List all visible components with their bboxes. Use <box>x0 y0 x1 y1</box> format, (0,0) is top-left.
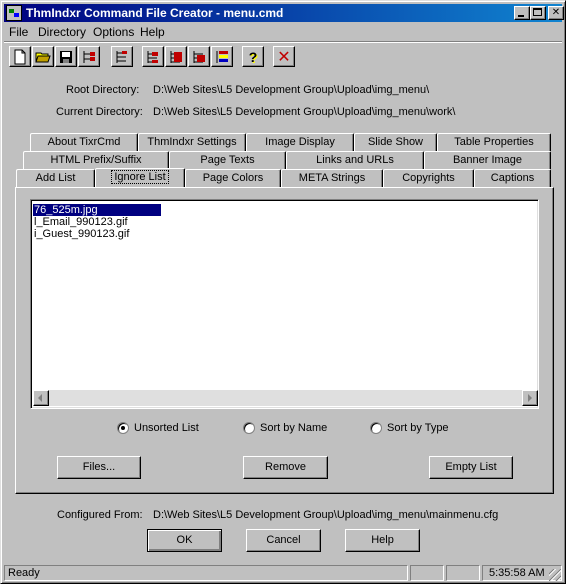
close-window-button[interactable]: ✕ <box>548 6 564 20</box>
root-directory-value: D:\Web Sites\L5 Development Group\Upload… <box>153 84 430 96</box>
list-ignore-button[interactable] <box>142 46 164 67</box>
tab-page-colors[interactable]: Page Colors <box>185 169 281 187</box>
status-pane-blank-2 <box>446 565 480 581</box>
list-add-button[interactable] <box>111 46 133 67</box>
tab-slide-show[interactable]: Slide Show <box>354 133 437 151</box>
arrow-right-icon <box>528 394 532 402</box>
empty-list-button[interactable]: Empty List <box>429 456 513 479</box>
arrow-left-icon <box>38 394 42 402</box>
title-bar[interactable]: ThmIndxr Command File Creator - menu.cmd… <box>4 4 564 22</box>
radio-sort-by-name-label: Sort by Name <box>260 422 328 434</box>
close-x-icon: ✕ <box>551 7 561 18</box>
menu-bar: File Directory Options Help <box>4 23 562 41</box>
horizontal-scrollbar[interactable] <box>33 390 538 406</box>
tab-thmindxr-settings[interactable]: ThmIndxr Settings <box>138 133 246 151</box>
list-item[interactable]: i_Guest_990123.gif <box>33 228 129 240</box>
tab-image-display[interactable]: Image Display <box>246 133 354 151</box>
list-ignore-icon <box>147 50 158 63</box>
help-button[interactable]: ? <box>242 46 264 67</box>
radio-sort-by-type[interactable]: Sort by Type <box>370 422 449 434</box>
list-red-2-button[interactable] <box>188 46 210 67</box>
root-directory-label: Root Directory: <box>66 84 140 96</box>
menu-file[interactable]: File <box>9 25 28 39</box>
status-pane-blank-1 <box>410 565 444 581</box>
ok-button[interactable]: OK <box>147 529 222 552</box>
tab-banner-image[interactable]: Banner Image <box>424 151 551 169</box>
list-item[interactable]: 76_525m.jpg <box>33 204 161 216</box>
help-icon: ? <box>248 48 258 65</box>
list-red-button[interactable] <box>165 46 187 67</box>
status-text: Ready <box>4 565 408 581</box>
list-colors-icon <box>216 50 228 63</box>
radio-sort-by-type-label: Sort by Type <box>387 422 449 434</box>
tab-html-prefix-suffix[interactable]: HTML Prefix/Suffix <box>23 151 169 169</box>
configured-from-value: D:\Web Sites\L5 Development Group\Upload… <box>153 509 499 521</box>
radio-sort-by-type-indicator[interactable] <box>370 422 382 434</box>
current-directory-value: D:\Web Sites\L5 Development Group\Upload… <box>153 106 456 118</box>
list-red-icon <box>170 50 182 63</box>
scroll-left-button[interactable] <box>33 390 49 406</box>
tab-copyrights[interactable]: Copyrights <box>383 169 474 187</box>
configured-from-label: Configured From: <box>57 509 143 521</box>
list-colors-button[interactable] <box>211 46 233 67</box>
save-button[interactable] <box>55 46 77 67</box>
save-icon <box>60 50 72 63</box>
tab-links-and-urls[interactable]: Links and URLs <box>286 151 424 169</box>
radio-sort-by-name[interactable]: Sort by Name <box>243 422 327 434</box>
menu-help[interactable]: Help <box>140 25 165 39</box>
window-title: ThmIndxr Command File Creator - menu.cmd <box>26 6 284 20</box>
radio-unsorted[interactable]: Unsorted List <box>117 422 199 434</box>
help-dialog-button[interactable]: Help <box>345 529 420 552</box>
new-file-button[interactable] <box>9 46 31 67</box>
maximize-icon <box>533 8 542 16</box>
close-icon: ✕ <box>277 48 291 66</box>
radio-unsorted-indicator[interactable] <box>117 422 129 434</box>
cancel-button[interactable]: Cancel <box>246 529 321 552</box>
tab-about-tixrcmd[interactable]: About TixrCmd <box>30 133 138 151</box>
radio-sort-by-name-indicator[interactable] <box>243 422 255 434</box>
remove-button[interactable]: Remove <box>243 456 328 479</box>
minimize-button[interactable] <box>514 6 530 20</box>
tab-page-texts[interactable]: Page Texts <box>169 151 286 169</box>
directory-tree-icon <box>83 50 95 63</box>
tab-captions[interactable]: Captions <box>474 169 551 187</box>
files-button[interactable]: Files... <box>57 456 141 479</box>
list-item[interactable]: l_Email_990123.gif <box>33 216 128 228</box>
menu-separator <box>4 41 562 43</box>
open-folder-button[interactable] <box>32 46 54 67</box>
menu-options[interactable]: Options <box>93 25 134 39</box>
tab-ignore-list[interactable]: Ignore List <box>95 168 185 187</box>
open-folder-icon <box>35 52 51 62</box>
main-window: ThmIndxr Command File Creator - menu.cmd… <box>0 0 566 584</box>
list-add-icon <box>116 50 127 63</box>
tab-ignore-list-label: Ignore List <box>111 170 169 184</box>
tab-add-list[interactable]: Add List <box>16 169 95 187</box>
new-file-icon <box>14 49 26 64</box>
menu-directory[interactable]: Directory <box>38 25 86 39</box>
minimize-icon <box>518 15 524 17</box>
radio-unsorted-label: Unsorted List <box>134 422 199 434</box>
exit-button[interactable]: ✕ <box>273 46 295 67</box>
maximize-button[interactable] <box>530 6 546 20</box>
list-red-2-icon <box>193 50 205 63</box>
resize-grip-icon[interactable] <box>549 569 561 581</box>
tab-table-properties[interactable]: Table Properties <box>437 133 551 151</box>
current-directory-label: Current Directory: <box>56 106 143 118</box>
tab-meta-strings[interactable]: META Strings <box>281 169 383 187</box>
scroll-right-button[interactable] <box>522 390 538 406</box>
directory-tree-button[interactable] <box>78 46 100 67</box>
app-icon[interactable] <box>6 5 22 21</box>
ignore-listbox[interactable]: 76_525m.jpg l_Email_990123.gif i_Guest_9… <box>30 199 539 409</box>
status-bar: Ready 5:35:58 AM <box>4 564 562 582</box>
